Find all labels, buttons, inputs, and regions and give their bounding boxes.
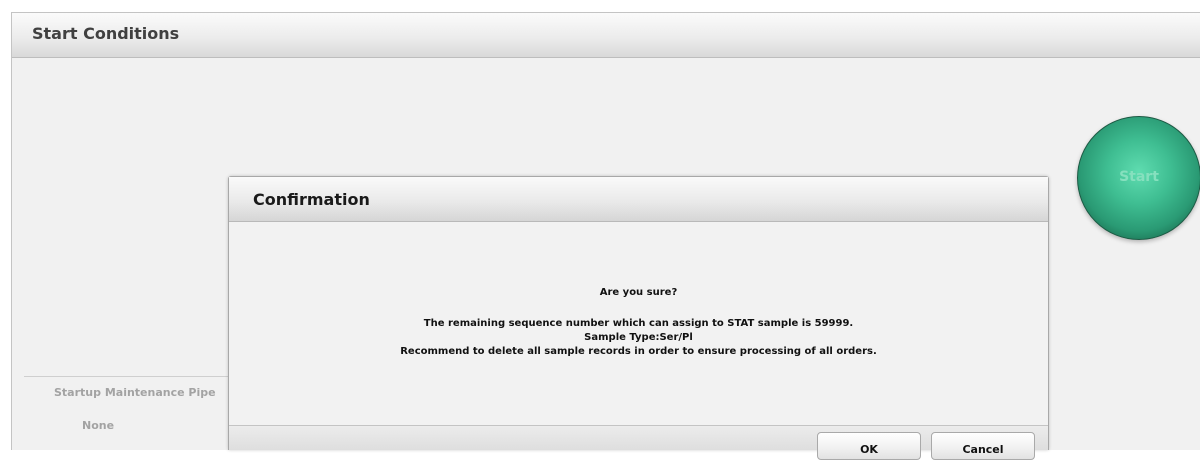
ok-button[interactable]: OK bbox=[817, 432, 921, 460]
window-header: Start Conditions bbox=[12, 13, 1200, 58]
start-button-label: Start bbox=[1119, 169, 1159, 185]
dialog-title: Confirmation bbox=[253, 190, 370, 209]
dialog-message-line: The remaining sequence number which can … bbox=[423, 318, 854, 329]
startup-maintenance-pipe-label: Startup Maintenance Pipe bbox=[54, 386, 216, 399]
cancel-button[interactable]: Cancel bbox=[931, 432, 1035, 460]
side-divider bbox=[24, 376, 241, 377]
dialog-header: Confirmation bbox=[229, 177, 1048, 222]
window-title: Start Conditions bbox=[32, 24, 180, 43]
dialog-body: Are you sure? The remaining sequence num… bbox=[229, 222, 1048, 424]
dialog-message-line: Sample Type:Ser/Pl bbox=[584, 332, 693, 343]
confirmation-dialog: Confirmation Are you sure? The remaining… bbox=[228, 176, 1049, 460]
start-button[interactable]: Start bbox=[1077, 116, 1200, 240]
dialog-footer: OK Cancel bbox=[229, 425, 1048, 460]
dialog-message-line: Recommend to delete all sample records i… bbox=[400, 346, 877, 357]
dialog-question: Are you sure? bbox=[599, 287, 678, 298]
startup-maintenance-pipe-value[interactable]: None bbox=[82, 419, 114, 432]
